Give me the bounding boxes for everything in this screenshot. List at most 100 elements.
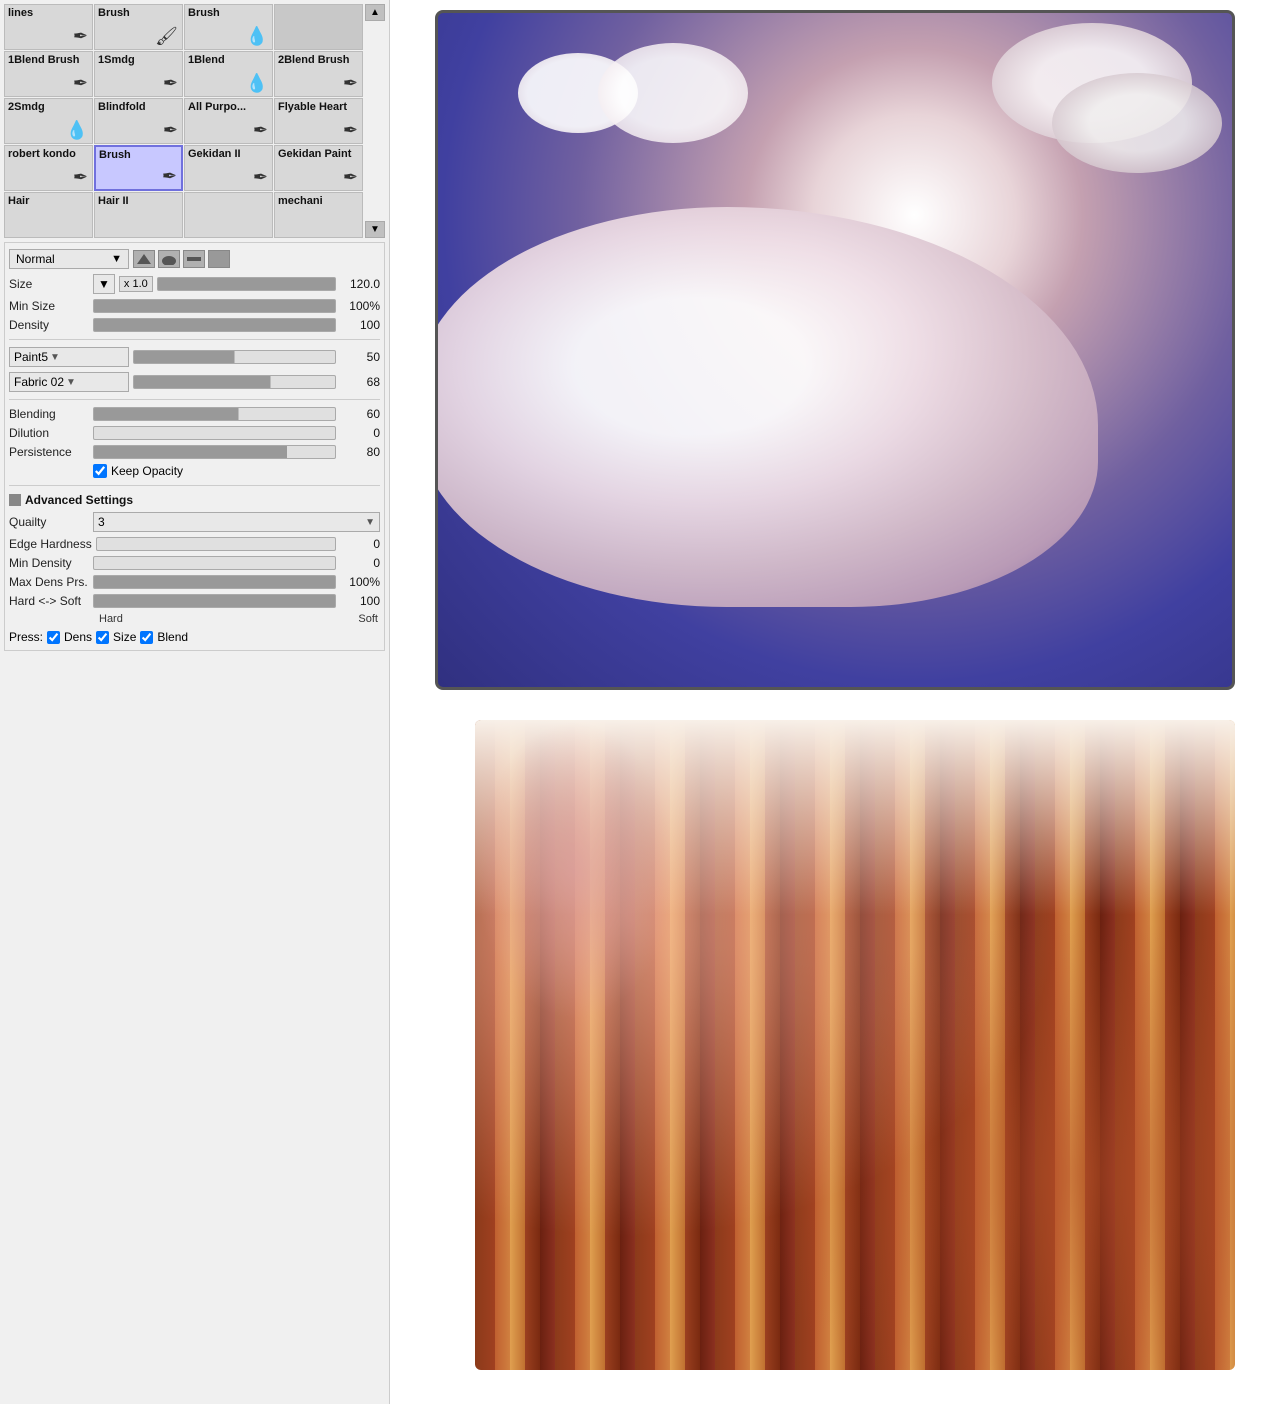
size-slider-container: 120.0 (157, 277, 380, 291)
brush-cell-2blend-brush[interactable]: 2Blend Brush ✒ (274, 51, 363, 97)
brush-icon-1blend-brush: ✒ (73, 73, 88, 94)
blending-slider[interactable] (93, 407, 336, 421)
brush-icon-gekidan-paint: ✒ (343, 167, 358, 188)
artwork-upper (435, 10, 1235, 690)
paint5-value: 50 (340, 350, 380, 364)
fabric02-slider[interactable] (133, 375, 336, 389)
scroll-up-button[interactable]: ▲ (365, 4, 385, 21)
min-size-slider-container: 100% (93, 299, 380, 313)
min-size-value: 100% (340, 299, 380, 313)
brush-cell-1blend[interactable]: 1Blend 💧 (184, 51, 273, 97)
fabric02-row: Fabric 02 ▼ 68 (9, 372, 380, 392)
press-row: Press: Dens Size Blend (9, 630, 380, 644)
brush-cell-mechani[interactable]: mechani (274, 192, 363, 238)
quality-dropdown[interactable]: 3 ▼ (93, 512, 380, 532)
min-density-slider[interactable] (93, 556, 336, 570)
brush-cell-gekidan2[interactable]: Gekidan II ✒ (184, 145, 273, 191)
hard-soft-slider[interactable] (93, 594, 336, 608)
blending-slider-container: 60 (93, 407, 380, 421)
edge-hardness-slider[interactable] (96, 537, 336, 551)
min-size-slider[interactable] (93, 299, 336, 313)
cloud4 (1052, 73, 1222, 173)
brush-cell-hair[interactable]: Hair (4, 192, 93, 238)
brush-cell-robert[interactable]: robert kondo ✒ (4, 145, 93, 191)
quality-row: Quailty 3 ▼ (9, 512, 380, 532)
hard-label: Hard (99, 613, 123, 625)
blending-mode-arrow-icon: ▼ (111, 253, 122, 265)
cloud2 (598, 43, 748, 143)
size-value: 120.0 (340, 277, 380, 291)
max-dens-prs-slider-container: 100% (93, 575, 380, 589)
size-multiplier: x 1.0 (119, 276, 153, 292)
press-size-checkbox[interactable] (96, 631, 109, 644)
brush-cell-1blend-brush[interactable]: 1Blend Brush ✒ (4, 51, 93, 97)
brush-icon-allpurpose: ✒ (253, 120, 268, 141)
canvas-area (390, 0, 1280, 1404)
paint5-dropdown[interactable]: Paint5 ▼ (9, 347, 129, 367)
brush-cell-brush2[interactable]: Brush 💧 (184, 4, 273, 50)
max-dens-prs-slider[interactable] (93, 575, 336, 589)
blending-mode-row: Normal ▼ (9, 249, 380, 269)
brush-icon-brush-selected: ✒ (162, 166, 177, 187)
press-dens-checkbox[interactable] (47, 631, 60, 644)
shape-btn-hill[interactable] (158, 250, 180, 268)
shape-btn-gray[interactable] (208, 250, 230, 268)
shape-btn-flat[interactable] (183, 250, 205, 268)
hard-soft-labels-row: Hard Soft (9, 613, 380, 625)
brush-cell-brush1[interactable]: Brush 🖌 (94, 4, 183, 50)
brush-cell-2smdg[interactable]: 2Smdg 💧 (4, 98, 93, 144)
brush-cell-1smdg[interactable]: 1Smdg ✒ (94, 51, 183, 97)
advanced-toggle-icon (9, 494, 21, 506)
persistence-slider-container: 80 (93, 445, 380, 459)
fabric02-value: 68 (340, 375, 380, 389)
edge-hardness-row: Edge Hardness 0 (9, 537, 380, 551)
press-blend-label: Blend (157, 630, 188, 644)
persistence-slider[interactable] (93, 445, 336, 459)
canvas-artwork[interactable] (415, 10, 1255, 1390)
press-label: Press: (9, 630, 43, 644)
divider2 (9, 399, 380, 400)
quality-value: 3 (98, 515, 105, 529)
size-slider[interactable] (157, 277, 336, 291)
advanced-settings-header[interactable]: Advanced Settings (9, 493, 380, 507)
advanced-header-label: Advanced Settings (25, 493, 133, 507)
brush-cell-lines[interactable]: lines ✒ (4, 4, 93, 50)
hard-soft-slider-container: 100 (93, 594, 380, 608)
brush-icon-2blend-brush: ✒ (343, 73, 358, 94)
edge-hardness-slider-container: 0 (96, 537, 380, 551)
paint5-slider-container: 50 (133, 350, 380, 364)
shape-btn-mountain[interactable] (133, 250, 155, 268)
keep-opacity-checkbox[interactable] (93, 464, 107, 478)
brush-icon-brush1: 🖌 (155, 26, 178, 47)
density-value: 100 (340, 318, 380, 332)
density-slider-container: 100 (93, 318, 380, 332)
brush-icon-brush2: 💧 (246, 26, 268, 47)
scroll-down-button[interactable]: ▼ (365, 221, 385, 238)
brush-cell-flyable[interactable]: Flyable Heart ✒ (274, 98, 363, 144)
size-dropdown[interactable]: ▼ (93, 274, 115, 294)
brush-icon-robert: ✒ (73, 167, 88, 188)
hard-soft-sublabels: Hard Soft (97, 613, 380, 625)
brush-cell-allpurpose[interactable]: All Purpo... ✒ (184, 98, 273, 144)
dilution-slider[interactable] (93, 426, 336, 440)
paint5-slider[interactable] (133, 350, 336, 364)
brush-cell-gekidan-paint[interactable]: Gekidan Paint ✒ (274, 145, 363, 191)
left-panel: lines ✒ Brush 🖌 Brush 💧 1Blend Brush ✒ 1… (0, 0, 390, 1404)
press-blend-checkbox[interactable] (140, 631, 153, 644)
persistence-value: 80 (340, 445, 380, 459)
dilution-value: 0 (340, 426, 380, 440)
edge-hardness-label: Edge Hardness (9, 537, 92, 551)
size-row: Size ▼ x 1.0 120.0 (9, 274, 380, 294)
divider3 (9, 485, 380, 486)
brush-cell-brush-selected[interactable]: Brush ✒ (94, 145, 183, 191)
persistence-label: Persistence (9, 445, 89, 459)
fabric02-dropdown[interactable]: Fabric 02 ▼ (9, 372, 129, 392)
fabric02-label: Fabric 02 (14, 375, 64, 389)
max-dens-prs-label: Max Dens Prs. (9, 575, 89, 589)
brush-icon-2smdg: 💧 (66, 120, 88, 141)
brush-cell-blindfold[interactable]: Blindfold ✒ (94, 98, 183, 144)
density-slider[interactable] (93, 318, 336, 332)
cloud-big (435, 207, 1098, 607)
brush-cell-hair2[interactable]: Hair II (94, 192, 183, 238)
blending-mode-dropdown[interactable]: Normal ▼ (9, 249, 129, 269)
